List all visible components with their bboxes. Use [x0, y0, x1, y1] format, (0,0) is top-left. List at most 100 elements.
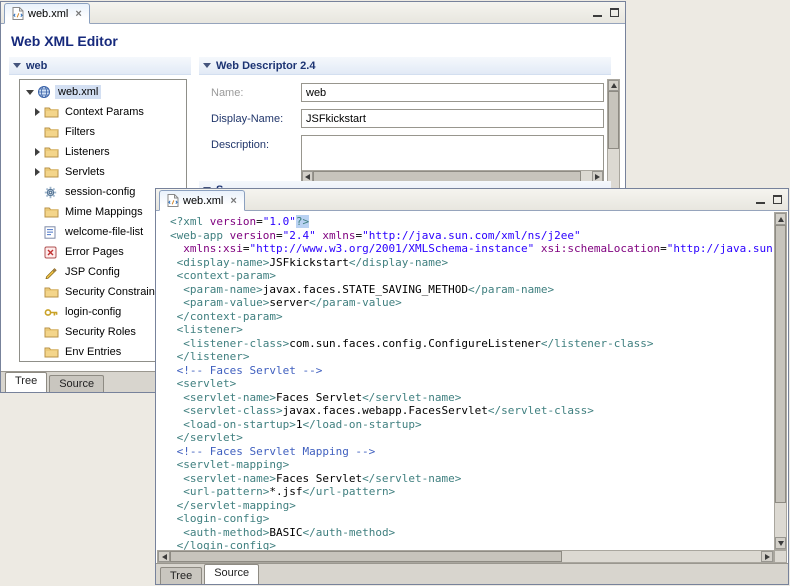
code-line: <!-- Faces Servlet Mapping -->	[170, 445, 774, 459]
scroll-left-icon[interactable]	[158, 551, 170, 562]
description-field-label: Description:	[211, 139, 269, 151]
code-line: <web-app version="2.4" xmlns="http://jav…	[170, 229, 774, 243]
code-line: </servlet-mapping>	[170, 499, 774, 513]
maximize-icon[interactable]	[773, 195, 782, 204]
tree-item-root[interactable]: web.xml	[20, 82, 186, 102]
gear-icon	[44, 186, 62, 199]
code-line: <servlet-class>javax.faces.webapp.FacesS…	[170, 404, 774, 418]
code-line: <!-- Faces Servlet -->	[170, 364, 774, 378]
scroll-down-icon[interactable]	[775, 537, 786, 549]
code-line: </servlet>	[170, 431, 774, 445]
expander-collapsed-icon[interactable]	[30, 168, 44, 176]
tree-item-label: session-config	[62, 185, 138, 199]
pencil-icon	[44, 266, 62, 279]
tree-item[interactable]: Servlets	[20, 162, 186, 182]
web-xml-source-editor-window: web.xml × <?xml version="1.0"?><web-app …	[155, 188, 789, 585]
code-line: <load-on-startup>1</load-on-startup>	[170, 418, 774, 432]
xml-file-icon	[12, 7, 24, 20]
scroll-up-icon[interactable]	[775, 213, 786, 225]
front-editor-tab-bar: web.xml ×	[156, 189, 788, 211]
tree-item[interactable]: Context Params	[20, 102, 186, 122]
scrollbar-corner	[774, 550, 787, 563]
code-line: </context-param>	[170, 310, 774, 324]
list-icon	[44, 226, 62, 239]
code-line: <servlet>	[170, 377, 774, 391]
code-line: xmlns:xsi="http://www.w3.org/2001/XMLSch…	[170, 242, 774, 256]
code-line: <login-config>	[170, 512, 774, 526]
description-field[interactable]	[302, 136, 603, 170]
xml-file-icon	[167, 194, 179, 207]
scroll-up-icon[interactable]	[608, 80, 619, 91]
description-field-box	[301, 135, 604, 183]
code-line: <param-name>javax.faces.STATE_SAVING_MET…	[170, 283, 774, 297]
scrollbar-thumb[interactable]	[775, 225, 786, 503]
section-twistie-icon[interactable]	[203, 63, 211, 68]
tree-item-label: Error Pages	[62, 245, 127, 259]
close-icon[interactable]: ×	[75, 9, 81, 19]
folder-icon	[44, 166, 62, 178]
code-line: <display-name>JSFkickstart</display-name…	[170, 256, 774, 270]
folder-icon	[44, 146, 62, 158]
source-code-area[interactable]: <?xml version="1.0"?><web-app version="2…	[157, 212, 774, 550]
display-name-field[interactable]	[301, 109, 604, 128]
code-line: <?xml version="1.0"?>	[170, 215, 774, 229]
back-editor-tab-webxml[interactable]: web.xml ×	[4, 3, 90, 24]
code-line: <context-param>	[170, 269, 774, 283]
front-page-tab-bar: TreeSource	[156, 563, 788, 584]
expander-collapsed-icon[interactable]	[30, 148, 44, 156]
display-name-field-label: Display-Name:	[211, 113, 283, 125]
folder-icon	[44, 126, 62, 138]
page-tab-source[interactable]: Source	[204, 564, 259, 584]
page-title: Web XML Editor	[11, 33, 118, 49]
tree-item-label: welcome-file-list	[62, 225, 146, 239]
tree-item-label: Filters	[62, 125, 98, 139]
tree-item-label: web.xml	[55, 85, 101, 99]
code-line: <auth-method>BASIC</auth-method>	[170, 526, 774, 540]
editor-vertical-scrollbar[interactable]	[774, 212, 787, 550]
front-editor-tab-label: web.xml	[183, 195, 223, 207]
web-section-header[interactable]: web	[9, 57, 191, 75]
folder-icon	[44, 326, 62, 338]
tree-item-label: Listeners	[62, 145, 113, 159]
editor-horizontal-scrollbar[interactable]	[157, 550, 774, 563]
section-twistie-icon[interactable]	[13, 63, 21, 68]
tree-item[interactable]: Listeners	[20, 142, 186, 162]
scroll-right-icon[interactable]	[761, 551, 773, 562]
code-line: <servlet-mapping>	[170, 458, 774, 472]
tree-item-label: Servlets	[62, 165, 108, 179]
back-editor-tab-label: web.xml	[28, 8, 68, 20]
back-editor-tab-bar: web.xml ×	[1, 2, 625, 24]
key-icon	[44, 307, 62, 318]
error-icon	[44, 246, 62, 259]
back-window-buttons	[593, 8, 619, 17]
tree-item-label: Security Roles	[62, 325, 139, 339]
minimize-icon[interactable]	[756, 195, 765, 204]
name-field[interactable]	[301, 83, 604, 102]
folder-icon	[44, 106, 62, 118]
descriptor-section-header[interactable]: Web Descriptor 2.4	[199, 57, 611, 75]
maximize-icon[interactable]	[610, 8, 619, 17]
name-field-label: Name:	[211, 87, 243, 99]
scrollbar-thumb[interactable]	[608, 91, 619, 149]
folder-icon	[44, 286, 62, 298]
web-globe-icon	[37, 85, 55, 99]
page-tab-tree[interactable]: Tree	[5, 372, 47, 392]
tree-item[interactable]: Filters	[20, 122, 186, 142]
front-editor-tab-webxml[interactable]: web.xml ×	[159, 190, 245, 211]
expander-collapsed-icon[interactable]	[30, 108, 44, 116]
page-tab-tree[interactable]: Tree	[160, 567, 202, 584]
code-line: <listener>	[170, 323, 774, 337]
scrollbar-thumb[interactable]	[170, 551, 562, 562]
tree-item-label: Context Params	[62, 105, 147, 119]
code-line: <param-value>server</param-value>	[170, 296, 774, 310]
page-tab-source[interactable]: Source	[49, 375, 104, 392]
tree-item-label: Env Entries	[62, 345, 124, 359]
code-line: </listener>	[170, 350, 774, 364]
code-line: </login-config>	[170, 539, 774, 550]
code-line: <servlet-name>Faces Servlet</servlet-nam…	[170, 472, 774, 486]
folder-icon	[44, 206, 62, 218]
close-icon[interactable]: ×	[230, 196, 236, 206]
tree-item-label: Security Constraint	[62, 285, 161, 299]
minimize-icon[interactable]	[593, 8, 602, 17]
expander-expanded-icon[interactable]	[23, 90, 37, 95]
